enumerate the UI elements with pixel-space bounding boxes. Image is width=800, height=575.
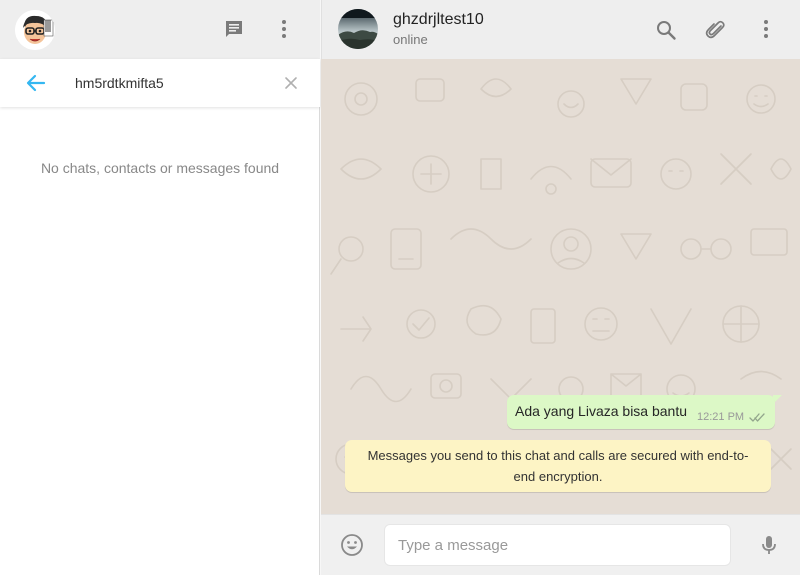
conversation-menu-button[interactable] bbox=[754, 17, 778, 41]
emoji-button[interactable] bbox=[340, 533, 364, 557]
voice-message-button[interactable] bbox=[757, 533, 781, 557]
sidebar-header bbox=[0, 0, 320, 59]
new-chat-button[interactable] bbox=[222, 17, 246, 41]
profile-avatar[interactable] bbox=[15, 10, 55, 50]
search-input[interactable] bbox=[75, 72, 270, 94]
conversation-header: ghzdrjltest10 online bbox=[321, 0, 800, 59]
chat-list-pane: No chats, contacts or messages found bbox=[0, 0, 320, 575]
contact-avatar[interactable] bbox=[338, 9, 378, 49]
sidebar-menu-button[interactable] bbox=[272, 17, 296, 41]
message-area[interactable]: Ada yang Livaza bisa bantu 12:21 PM Mess… bbox=[321, 59, 800, 514]
more-vertical-icon bbox=[282, 20, 286, 38]
close-icon bbox=[285, 77, 297, 89]
search-bar bbox=[0, 59, 320, 107]
message-icon bbox=[226, 21, 242, 37]
encryption-notice[interactable]: Messages you send to this chat and calls… bbox=[345, 440, 771, 492]
message-time: 12:21 PM bbox=[697, 411, 745, 423]
landscape-avatar-icon bbox=[338, 9, 378, 49]
search-icon bbox=[657, 21, 676, 40]
clear-search-button[interactable] bbox=[283, 75, 299, 91]
conversation-pane: ghzdrjltest10 online Ada yang Livaza bis… bbox=[321, 0, 800, 575]
message-input[interactable] bbox=[384, 524, 731, 566]
cartoon-avatar-icon bbox=[15, 10, 55, 50]
empty-search-message: No chats, contacts or messages found bbox=[40, 160, 280, 176]
contact-name[interactable]: ghzdrjltest10 bbox=[393, 11, 484, 29]
paperclip-icon bbox=[705, 20, 725, 39]
more-vertical-icon bbox=[764, 20, 768, 38]
arrow-left-icon bbox=[26, 74, 46, 92]
double-check-icon bbox=[749, 410, 765, 428]
search-back-button[interactable] bbox=[24, 71, 48, 95]
search-in-chat-button[interactable] bbox=[654, 18, 678, 42]
outgoing-message[interactable]: Ada yang Livaza bisa bantu 12:21 PM bbox=[507, 395, 775, 429]
contact-status: online bbox=[393, 32, 428, 47]
microphone-icon bbox=[762, 536, 776, 554]
attach-button[interactable] bbox=[704, 18, 728, 42]
smiley-icon bbox=[341, 534, 363, 556]
message-text: Ada yang Livaza bisa bantu bbox=[515, 403, 688, 419]
compose-bar bbox=[321, 514, 800, 575]
